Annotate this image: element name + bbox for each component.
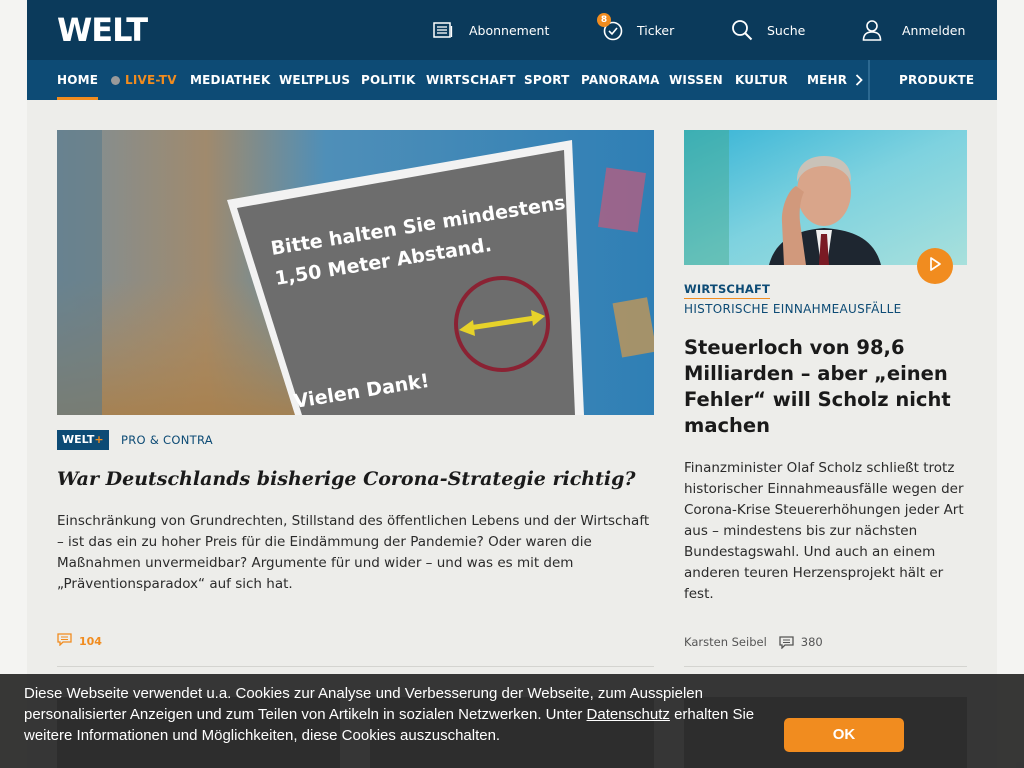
headline-steuerloch[interactable]: Steuerloch von 98,6 Milliarden – aber „e… (684, 335, 967, 439)
nav-mediathek[interactable]: MEDIATHEK (190, 60, 270, 100)
divider (684, 666, 967, 667)
top-header: WELT Abonnement 8 Ticker Suche Anmelden (27, 0, 997, 60)
nav-politik[interactable]: POLITIK (361, 60, 415, 100)
welt-logo[interactable]: WELT (57, 13, 148, 47)
kicker-einnahmeausfaelle[interactable]: HISTORISCHE EINNAHMEAUSFÄLLE (684, 302, 901, 316)
nav-home[interactable]: HOME (57, 60, 99, 100)
abonnement-link[interactable]: Abonnement (433, 18, 549, 42)
cookie-ok-button[interactable]: OK (784, 718, 904, 752)
play-icon (927, 256, 943, 276)
comment-count-right[interactable]: 380 (801, 635, 823, 649)
cookie-text: Diese Webseite verwendet u.a. Cookies zu… (24, 683, 769, 746)
comment-count-left: 104 (79, 634, 102, 648)
newspaper-icon (433, 22, 453, 38)
page-container: WELT Abonnement 8 Ticker Suche Anmelden … (27, 0, 997, 768)
ticker-link[interactable]: 8 Ticker (597, 13, 675, 42)
author-name[interactable]: Karsten Seibel (684, 635, 767, 649)
chevron-right-icon (855, 62, 863, 102)
login-link[interactable]: Anmelden (862, 18, 965, 42)
main-nav: HOME LIVE-TV MEDIATHEK WELTPLUS POLITIK … (27, 60, 997, 100)
welt-plus-sign: + (94, 433, 104, 446)
nav-mehr[interactable]: MEHR (807, 60, 863, 100)
nav-kultur[interactable]: KULTUR (735, 60, 788, 100)
section-wirtschaft[interactable]: WIRTSCHAFT (684, 282, 771, 299)
welt-plus-badge: WELT+ (57, 430, 109, 450)
teaser-steuerloch[interactable]: Finanzminister Olaf Scholz schließt trot… (684, 458, 967, 605)
headline-corona-strategy[interactable]: War Deutschlands bisherige Corona-Strate… (57, 466, 654, 492)
search-label: Suche (767, 22, 806, 38)
nav-live-tv-label: LIVE-TV (125, 73, 177, 87)
comments-link-left[interactable]: 104 (57, 633, 102, 649)
nav-mehr-label: MEHR (807, 73, 848, 87)
teaser-corona-strategy[interactable]: Einschränkung von Grundrechten, Stillsta… (57, 511, 654, 595)
comment-icon (57, 633, 72, 649)
datenschutz-link[interactable]: Datenschutz (587, 706, 670, 723)
nav-wissen[interactable]: WISSEN (669, 60, 723, 100)
cookie-banner: Diese Webseite verwendet u.a. Cookies zu… (0, 674, 1024, 768)
kicker-pro-contra[interactable]: PRO & CONTRA (121, 433, 213, 447)
corona-sign-image[interactable]: Bitte halten Sie mindestens 1,50 Meter A… (57, 130, 654, 415)
ticker-count-badge: 8 (597, 13, 611, 27)
nav-live-tv[interactable]: LIVE-TV (111, 60, 177, 100)
user-icon (862, 19, 882, 41)
live-dot-icon (111, 76, 120, 85)
nav-sport[interactable]: SPORT (524, 60, 570, 100)
nav-wirtschaft[interactable]: WIRTSCHAFT (426, 60, 516, 100)
video-play-button[interactable] (917, 248, 953, 284)
search-icon (731, 19, 753, 41)
clock-icon: 8 (597, 13, 624, 41)
abonnement-label: Abonnement (469, 22, 550, 38)
scholz-image[interactable] (684, 130, 967, 265)
search-link[interactable]: Suche (731, 18, 805, 42)
login-label: Anmelden (902, 22, 966, 38)
nav-produkte[interactable]: PRODUKTE (899, 60, 974, 100)
nav-panorama[interactable]: PANORAMA (581, 60, 660, 100)
comment-icon (779, 635, 794, 649)
ticker-label: Ticker (637, 22, 675, 38)
nav-weltplus[interactable]: WELTPLUS (279, 60, 350, 100)
article-meta-right: Karsten Seibel 380 (684, 635, 823, 649)
divider (57, 666, 654, 667)
nav-separator (868, 60, 870, 100)
welt-plus-text: WELT (62, 433, 95, 446)
